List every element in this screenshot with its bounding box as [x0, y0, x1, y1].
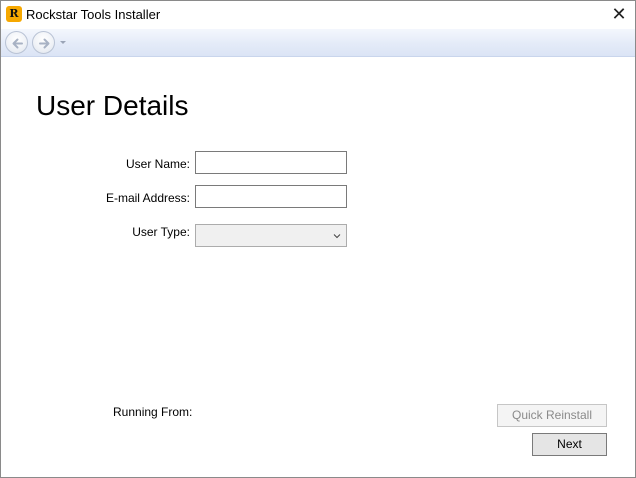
- rockstar-logo-icon: R: [6, 6, 22, 22]
- title-bar[interactable]: R Rockstar Tools Installer ✕: [1, 1, 635, 29]
- installer-window: R Rockstar Tools Installer ✕ User Detail…: [0, 0, 636, 478]
- chevron-down-icon: [333, 234, 341, 239]
- page-title: User Details: [36, 90, 189, 121]
- window-title: Rockstar Tools Installer: [26, 7, 161, 22]
- email-input[interactable]: [195, 185, 347, 208]
- user-type-label: User Type:: [132, 225, 190, 239]
- user-name-input[interactable]: [195, 151, 347, 174]
- forward-button[interactable]: [32, 31, 55, 54]
- navigation-bar: [1, 29, 635, 57]
- back-arrow-icon: [12, 38, 23, 49]
- forward-arrow-icon: [39, 38, 50, 49]
- next-button[interactable]: Next: [532, 433, 607, 456]
- close-icon: ✕: [611, 4, 627, 25]
- user-name-label: User Name:: [125, 157, 190, 171]
- chevron-down-icon[interactable]: [59, 38, 67, 46]
- quick-reinstall-button[interactable]: Quick Reinstall: [497, 404, 607, 427]
- email-label: E-mail Address:: [105, 191, 190, 205]
- user-type-dropdown[interactable]: [195, 224, 347, 247]
- close-button[interactable]: ✕: [603, 1, 635, 29]
- running-from-label: Running From:: [113, 405, 193, 419]
- back-button[interactable]: [5, 31, 28, 54]
